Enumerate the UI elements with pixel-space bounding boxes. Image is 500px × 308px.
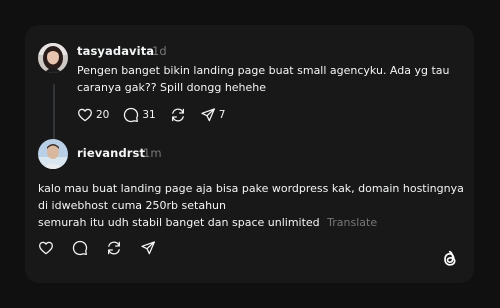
translate-link[interactable]: Translate [327, 216, 377, 229]
comment-count: 31 [142, 109, 156, 121]
avatar[interactable] [38, 139, 68, 169]
post-actions: 20 31 7 [77, 105, 225, 125]
post-username[interactable]: tasyadavita [77, 44, 154, 58]
post-time: 1d [152, 44, 167, 58]
reply-text: kalo mau buat landing page aja bisa pake… [38, 180, 464, 231]
send-icon [141, 241, 155, 255]
comment-icon [72, 240, 88, 256]
heart-icon [39, 241, 53, 255]
threads-logo-icon [440, 249, 460, 269]
comment-icon [124, 107, 139, 123]
comment-button[interactable] [72, 238, 88, 258]
reply-text-line: semurah itu udh stabil banget dan space … [38, 214, 464, 231]
thread-card: tasyadavita 1d Pengen banget bikin landi… [25, 25, 474, 283]
share-button[interactable]: 7 [200, 105, 226, 125]
post-text: Pengen banget bikin landing page buat sm… [77, 62, 450, 96]
post-text-line: caranya gak?? Spill dongg hehehe [77, 81, 267, 94]
comment-button[interactable]: 31 [123, 105, 156, 125]
avatar[interactable] [38, 43, 68, 73]
like-count: 20 [96, 109, 110, 121]
reply-username[interactable]: rievandrst [77, 146, 145, 160]
like-button[interactable]: 20 [77, 105, 109, 125]
send-icon [201, 108, 215, 122]
reply-text-line: kalo mau buat landing page aja bisa pake… [38, 182, 464, 195]
repost-icon [171, 108, 184, 122]
reply-text-line: di idwebhost cuma 250rb setahun [38, 199, 226, 212]
share-count: 7 [218, 109, 226, 121]
like-button[interactable] [38, 238, 54, 258]
repost-icon [108, 241, 120, 255]
repost-button[interactable] [170, 105, 186, 125]
reply-actions [38, 238, 156, 258]
thread-line [53, 84, 55, 142]
heart-icon [78, 108, 92, 122]
share-button[interactable] [140, 238, 156, 258]
repost-button[interactable] [106, 238, 122, 258]
post-text-line: Pengen banget bikin landing page buat sm… [77, 64, 450, 77]
reply-time: 1m [143, 146, 162, 160]
reply-text-last: semurah itu udh stabil banget dan space … [38, 216, 320, 229]
